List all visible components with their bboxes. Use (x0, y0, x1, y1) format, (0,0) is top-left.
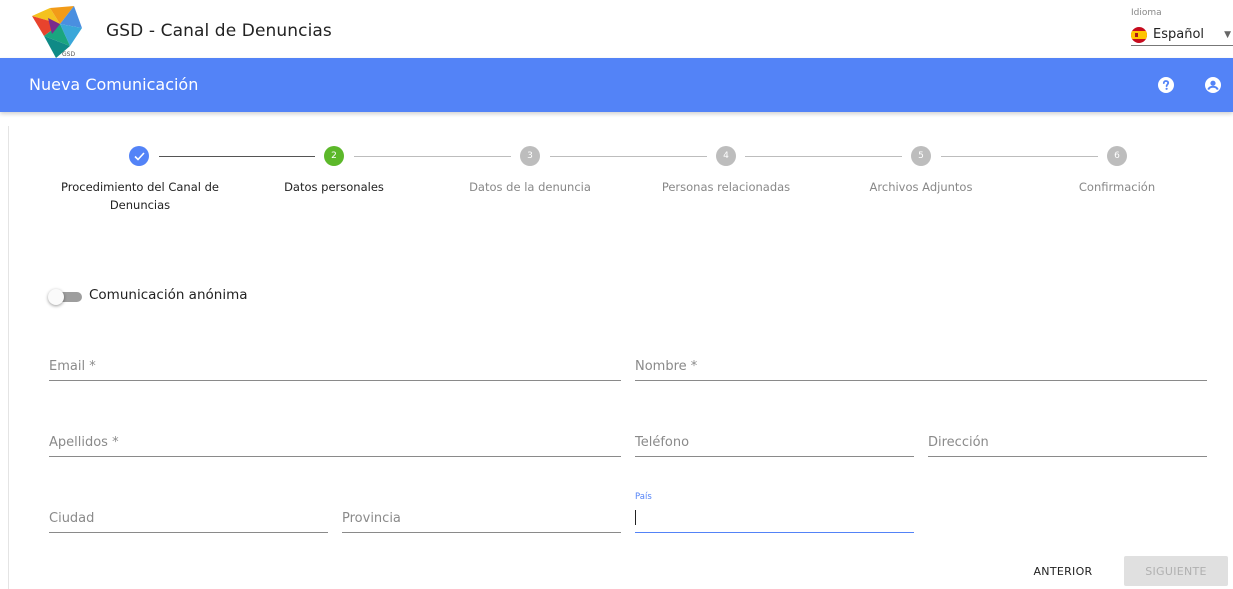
language-dropdown[interactable]: Español ▼ (1131, 24, 1233, 46)
email-field[interactable]: Email * (49, 351, 621, 381)
language-label: Idioma (1131, 8, 1162, 18)
step-connector (745, 156, 902, 157)
step-5-indicator: 5 (911, 146, 931, 166)
email-field-label: Email * (49, 359, 96, 374)
direccion-field[interactable]: Dirección (928, 427, 1207, 457)
step-1-label: Procedimiento del Canal de Denuncias (61, 180, 219, 212)
step-connector (159, 156, 315, 157)
step-connector (941, 156, 1098, 157)
provincia-field-label: Provincia (342, 511, 401, 526)
step-connector (354, 156, 511, 157)
telefono-field-label: Teléfono (635, 435, 690, 450)
step-2-indicator: 2 (324, 146, 344, 166)
page-title: Nueva Comunicación (29, 75, 199, 94)
ciudad-field-label: Ciudad (49, 511, 95, 526)
direccion-field-label: Dirección (928, 435, 989, 450)
telefono-field[interactable]: Teléfono (635, 427, 914, 457)
apellidos-field-label: Apellidos * (49, 435, 119, 450)
text-cursor (635, 510, 636, 525)
anonymous-toggle[interactable] (48, 289, 82, 305)
previous-button[interactable]: ANTERIOR (1025, 556, 1101, 586)
apellidos-field[interactable]: Apellidos * (49, 427, 621, 457)
help-icon[interactable] (1158, 77, 1174, 93)
step-3-label: Datos de la denuncia (469, 180, 591, 194)
step-6-indicator: 6 (1107, 146, 1127, 166)
step-4-label: Personas relacionadas (661, 180, 791, 194)
next-button[interactable]: SIGUIENTE (1124, 556, 1228, 586)
step-3-indicator: 3 (520, 146, 540, 166)
page-header: Nueva Comunicación (0, 58, 1233, 112)
nombre-field[interactable]: Nombre * (635, 351, 1207, 381)
step-connector (550, 156, 707, 157)
top-bar: GSD GSD - Canal de Denuncias Idioma Espa… (0, 0, 1233, 58)
chevron-down-icon: ▼ (1224, 30, 1231, 40)
step-6-label: Confirmación (1078, 180, 1156, 194)
language-selector[interactable]: Idioma Español ▼ (1131, 8, 1233, 46)
ciudad-field[interactable]: Ciudad (49, 503, 328, 533)
pais-field[interactable] (635, 503, 914, 533)
anonymous-toggle-label: Comunicación anónima (89, 287, 248, 303)
pais-field-label: País (635, 492, 652, 502)
step-5-label: Archivos Adjuntos (869, 180, 973, 194)
step-2-label: Datos personales (284, 180, 384, 194)
step-4-indicator: 4 (716, 146, 736, 166)
spain-flag-icon (1131, 26, 1147, 43)
step-1-check-icon (129, 146, 149, 166)
language-value: Español (1153, 27, 1205, 42)
account-icon[interactable] (1205, 77, 1221, 93)
nombre-field-label: Nombre * (635, 359, 698, 374)
app-title: GSD - Canal de Denuncias (106, 21, 332, 41)
provincia-field[interactable]: Provincia (342, 503, 621, 533)
toggle-thumb (48, 289, 64, 305)
logo-text: GSD (62, 51, 75, 58)
gsd-logo: GSD (32, 6, 82, 58)
